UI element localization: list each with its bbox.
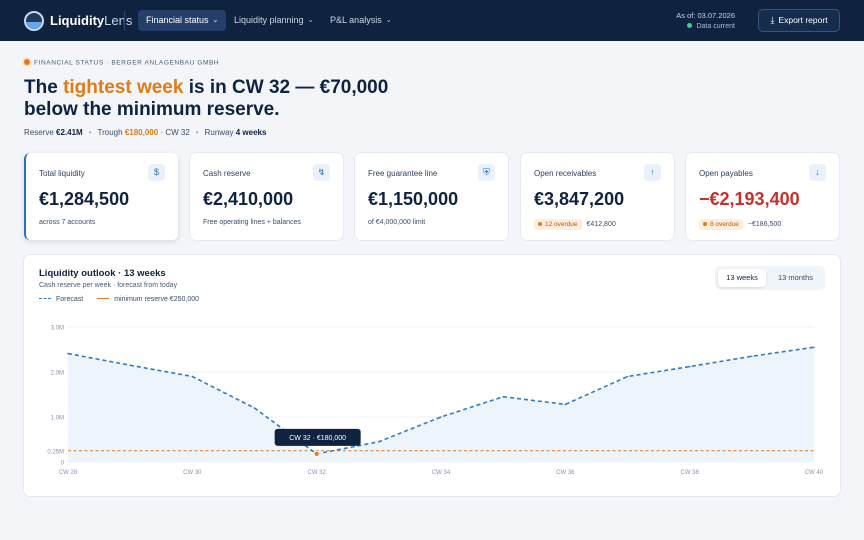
- x-tick-label: CW 28: [59, 470, 78, 476]
- nav-divider: [124, 11, 125, 30]
- forecast-point: [191, 375, 194, 378]
- x-tick-label: CW 38: [680, 470, 699, 476]
- arrow-down-icon: ↓: [809, 164, 826, 181]
- export-report-button[interactable]: ⤓ Export report: [758, 9, 840, 32]
- top-bar: LiquidityLens Financial status ⌄ Liquidit…: [0, 0, 864, 41]
- chevron-down-icon: ⌄: [307, 17, 314, 24]
- chevron-down-icon: ⌄: [212, 17, 219, 24]
- y-tick-label: 3.0M: [51, 326, 64, 332]
- card-subtext: 8 overdue −€186,500: [699, 219, 781, 230]
- card-open-receivables[interactable]: Open receivables ↑ €3,847,200 12 overdue…: [521, 153, 674, 240]
- as-of-status: As of: 03.07.2026 Data current: [676, 11, 735, 30]
- card-value: €1,150,000: [368, 189, 459, 209]
- chevron-down-icon: ⌄: [385, 17, 392, 24]
- x-tick-label: CW 32: [307, 470, 326, 476]
- card-label: Cash reserve: [203, 169, 251, 178]
- trough-point: [313, 450, 320, 457]
- y-tick-label: 0.25M: [47, 449, 64, 455]
- x-tick-label: CW 34: [432, 470, 451, 476]
- forecast-point: [253, 407, 256, 409]
- y-tick-label: 1.0M: [51, 416, 64, 422]
- x-tick-label: CW 30: [183, 470, 202, 476]
- card-value: €2,410,000: [203, 189, 294, 209]
- card-subtext: across 7 accounts: [39, 219, 96, 226]
- card-subtext: Free operating lines + balances: [203, 219, 301, 226]
- forecast-point: [129, 364, 131, 367]
- download-icon: ⤓: [770, 15, 775, 25]
- card-value: −€2,193,400: [699, 189, 800, 209]
- page-headline: The tightest week is in CW 32 — €70,000 …: [24, 77, 389, 120]
- liquidity-outlook-panel: Liquidity outlook · 13 weeks Cash reserv…: [24, 255, 840, 496]
- card-free-guarantee-line[interactable]: Free guarantee line ⛨ €1,150,000 of €4,0…: [355, 153, 508, 240]
- overdue-badge: 12 overdue: [534, 219, 582, 230]
- forecast-point: [564, 403, 567, 406]
- card-value: €1,284,500: [39, 189, 130, 209]
- liquidity-line-chart: 0 0.25M 1.0M 2.0M 3.0M CW 28 CW 30 CW 32 CW 34 CW…: [47, 326, 824, 477]
- forecast-point: [378, 440, 380, 443]
- tab-pl-analysis[interactable]: P&L analysis ⌄: [322, 10, 400, 31]
- status-dot-icon: [24, 59, 30, 65]
- x-tick-label: CW 40: [805, 470, 824, 476]
- card-label: Free guarantee line: [368, 169, 438, 178]
- card-label: Open payables: [699, 169, 753, 178]
- arrow-up-icon: ↑: [644, 164, 661, 181]
- status-dot-icon: [687, 23, 693, 28]
- brand-name: LiquidityLens: [50, 13, 133, 28]
- x-tick-label: CW 36: [556, 470, 575, 476]
- tab-financial-status[interactable]: Financial status ⌄: [138, 10, 227, 31]
- forecast-point: [502, 395, 504, 398]
- tab-liquidity-planning[interactable]: Liquidity planning ⌄: [226, 10, 321, 31]
- forecast-point: [688, 365, 691, 368]
- bolt-icon: ↯: [313, 164, 330, 181]
- logo-icon: [24, 11, 44, 31]
- chart-tooltip-label: CW 32 · €180,000: [289, 435, 346, 442]
- y-tick-label: 2.0M: [51, 371, 64, 377]
- card-subtext: of €4,000,000 limit: [368, 219, 426, 226]
- page-eyebrow: FINANCIAL STATUS · BERGER ANLAGENBAU GMB…: [24, 59, 219, 67]
- y-tick-label: 0: [61, 461, 65, 467]
- card-value: €3,847,200: [534, 189, 625, 209]
- card-cash-reserve[interactable]: Cash reserve ↯ €2,410,000 Free operating…: [190, 153, 343, 240]
- overdue-badge: 8 overdue: [699, 219, 743, 230]
- forecast-point: [67, 352, 69, 355]
- forecast-point: [626, 375, 629, 378]
- card-total-liquidity[interactable]: Total liquidity $ €1,284,500 across 7 ac…: [24, 153, 178, 240]
- forecast-point: [813, 346, 815, 349]
- kpi-summary: Reserve €2.41M • Trough €180,000 · CW 32 • R…: [24, 128, 267, 137]
- forecast-point: [440, 416, 442, 418]
- forecast-point: [751, 355, 753, 358]
- shield-icon: ⛨: [478, 164, 495, 181]
- card-label: Open receivables: [534, 169, 597, 178]
- card-open-payables[interactable]: Open payables ↓ −€2,193,400 8 overdue −€1…: [686, 153, 839, 240]
- card-label: Total liquidity: [39, 169, 85, 178]
- dollar-icon: $: [148, 164, 165, 181]
- card-subtext: 12 overdue €412,800: [534, 219, 616, 230]
